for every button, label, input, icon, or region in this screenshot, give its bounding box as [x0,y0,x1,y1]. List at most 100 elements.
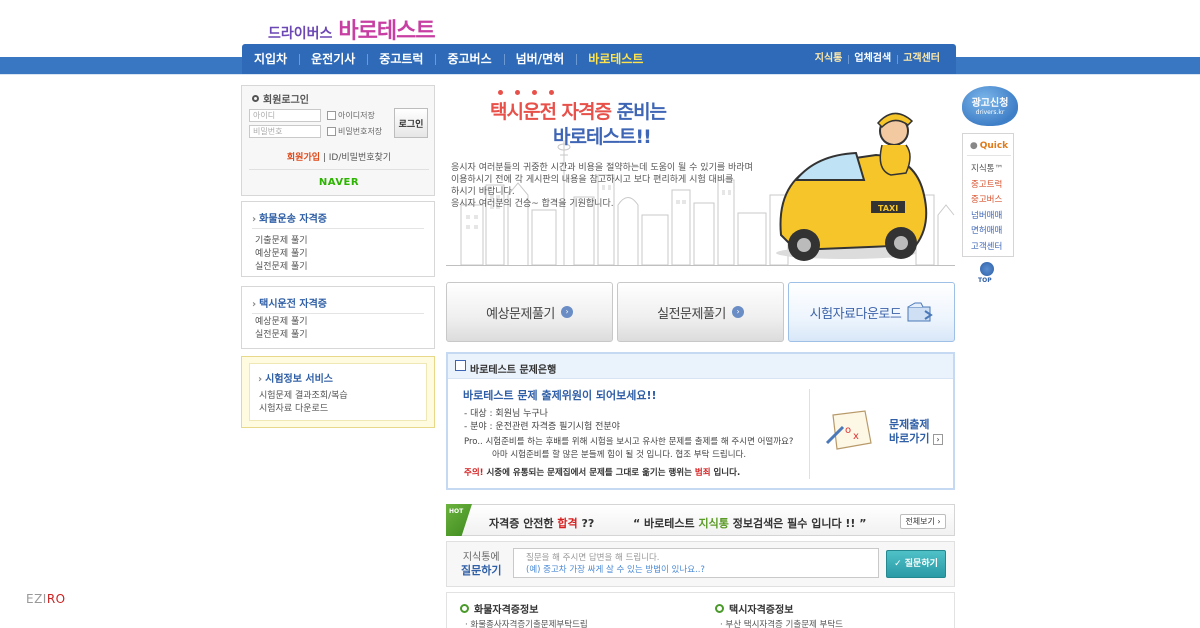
problem-bank-subtitle: 바로테스트 문제 출제위원이 되어보세요!! [463,389,657,402]
exam-result-link[interactable]: 시험문제 결과조회/복습 [259,390,348,403]
circle-arrow-icon: › [731,306,744,318]
problem-bank-field: - 분야 : 운전관련 자격증 필기시험 전분야 [464,422,620,432]
save-id-checkbox[interactable]: 아이디저장 [327,110,375,121]
arrow-right-icon: › [937,517,941,526]
nav-jiipcha[interactable]: 지입차 [242,44,299,74]
freight-info-title: 화물자격증정보 [460,601,538,616]
folder-download-icon [907,302,934,322]
hero-emphasis-dots [498,90,554,95]
freight-practice-link[interactable]: 실전문제 풀기 [255,261,308,274]
main-nav: 지입차 운전기사 중고트럭 중고버스 넘버/면허 바로테스트 지식통 업체검색 … [242,44,956,74]
login-title: 회원로그인 [252,91,309,106]
nav-company-search[interactable]: 업체검색 [848,44,897,74]
arrow-icon: › [258,374,263,385]
join-link[interactable]: 회원가입 [287,153,320,163]
nav-barotest[interactable]: 바로테스트 [576,44,655,74]
checkbox-icon [327,127,336,136]
quick-knowledge[interactable]: 지식통™ [971,162,1003,178]
nav-used-bus[interactable]: 중고버스 [435,44,503,74]
circle-bullet-icon [715,604,724,613]
freight-menu-links: 기출문제 풀기 예상문제 풀기 실전문제 풀기 [255,235,308,274]
nav-sub-links: 지식통 업체검색 고객센터 [809,44,956,74]
svg-text:x: x [853,431,859,442]
nav-driver[interactable]: 운전기사 [299,44,367,74]
login-links: 회원가입 | ID/비밀번호찾기 [286,153,392,163]
id-input[interactable]: 아이디 [249,109,321,122]
bullet-icon: ● [969,141,978,151]
exam-paper-icon: o x [825,410,872,450]
circle-bullet-icon [252,95,259,102]
exam-download-link[interactable]: 시험자료 다운로드 [259,403,348,416]
taxi-info-title: 택시자격증정보 [715,601,793,616]
freight-license-menu: › 화물운송 자격증 기출문제 풀기 예상문제 풀기 실전문제 풀기 [241,201,435,277]
quick-license-trade[interactable]: 면허매매 [971,224,1003,240]
password-input[interactable]: 비밀번호 [249,125,321,138]
freight-expected-link[interactable]: 예상문제 풀기 [255,248,308,261]
quick-used-bus[interactable]: 중고버스 [971,193,1003,209]
download-materials-button[interactable]: 시험자료다운로드 [788,282,955,342]
arrow-icon: › [252,299,257,310]
taxi-license-menu: › 택시운전 자격증 예상문제 풀기 실전문제 풀기 [241,286,435,349]
question-textarea[interactable]: 질문을 해 주시면 답변을 해 드립니다. (예) 중고차 가장 싸게 살 수 … [513,548,879,578]
site-logo[interactable]: 드라이버스 바로테스트 [268,13,436,44]
hero-banner: TAXI 택시운전 자격증 준비는 바로테스트!! 응시자 여러분들의 귀중한 … [446,85,955,270]
page: 드라이버스 바로테스트 지입차 운전기사 중고트럭 중고버스 넘버/면허 바로테… [0,0,1200,628]
save-password-checkbox[interactable]: 비밀번호저장 [327,126,382,137]
naver-login-button[interactable]: NAVER [242,177,436,188]
taxi-menu-title: › 택시운전 자격증 [252,299,328,310]
login-button[interactable]: 로그인 [394,108,428,138]
nav-customer-center[interactable]: 고객센터 [897,44,946,74]
nav-number-license[interactable]: 넘버/면허 [503,44,577,74]
submit-question-link[interactable]: 문제출제 바로가기 › [889,418,943,447]
exam-info-links: 시험문제 결과조회/복습 시험자료 다운로드 [259,390,348,416]
practice-questions-button[interactable]: 실전문제풀기 › [617,282,784,342]
freight-info-item[interactable]: · 화물종사자격증기출문제부탁드립 [465,618,588,628]
scroll-top-label[interactable]: TOP [978,277,992,284]
logo-prefix: 드라이버스 [268,26,333,42]
login-box: 회원로그인 아이디 비밀번호 아이디저장 비밀번호저장 로그인 회원가입 | I… [241,85,435,196]
logo-name: 바로테스트 [338,19,435,44]
svg-text:TAXI: TAXI [878,204,898,213]
quick-title: ● Quick [969,141,1009,151]
freight-past-exam-link[interactable]: 기출문제 풀기 [255,235,308,248]
quick-menu: ● Quick 지식통™ 중고트럭 중고버스 넘버매매 면허매매 고객센터 [962,133,1014,257]
taxi-expected-link[interactable]: 예상문제 풀기 [255,316,308,329]
scroll-top-icon[interactable] [980,262,994,276]
arrow-icon: › [252,214,257,225]
taxi-info-item[interactable]: · 부산 택시자격증 기출문제 부탁드 [720,618,843,628]
quick-used-truck[interactable]: 중고트럭 [971,178,1003,194]
hero-title-line2: 바로테스트!! [553,126,652,148]
exam-info-box: › 시험정보 서비스 시험문제 결과조회/복습 시험자료 다운로드 [241,356,435,428]
expected-questions-button[interactable]: 예상문제풀기 › [446,282,613,342]
knowledge-slogan: “ 바로테스트 지식통 정보검색은 필수 입니다 !! ” [633,517,867,530]
hero-description: 응시자 여러분들의 귀중한 시간과 비용을 절약하는데 도움이 될 수 있기를 … [451,163,753,209]
svg-text:o: o [845,425,851,436]
problem-bank-pro: Pro.. 시험준비를 하는 후배를 위해 시험을 보시고 유사한 문제를 출제… [464,437,794,460]
nav-used-truck[interactable]: 중고트럭 [367,44,435,74]
taxi-illustration: TAXI [776,112,928,261]
hot-badge: HOT [446,504,472,536]
arrow-right-icon: › [933,434,943,445]
find-account-link[interactable]: ID/비밀번호찾기 [329,153,391,163]
watermark-logo: EZIRO [26,592,66,606]
problem-bank-panel: 바로테스트 문제은행 바로테스트 문제 출제위원이 되어보세요!! - 대상 :… [446,352,955,490]
quick-links: 지식통™ 중고트럭 중고버스 넘버매매 면허매매 고객센터 [971,162,1003,256]
ask-question-button[interactable]: ✓ 질문하기 [886,550,946,578]
exam-info-title: › 시험정보 서비스 [258,374,334,385]
circle-bullet-icon [460,604,469,613]
ad-request-badge[interactable]: 광고신청 drivers.kr [962,86,1018,126]
license-info-panel: 화물자격증정보 · 화물종사자격증기출문제부탁드립 택시자격증정보 · 부산 택… [446,592,955,628]
quick-customer-center[interactable]: 고객센터 [971,240,1003,256]
freight-menu-title: › 화물운송 자격증 [252,214,328,225]
nav-knowledge[interactable]: 지식통 [809,44,849,74]
circle-arrow-icon: › [560,306,573,318]
hero-title-line1: 택시운전 자격증 준비는 [490,101,667,123]
view-all-button[interactable]: 전체보기 › [900,514,946,529]
taxi-practice-link[interactable]: 실전문제 풀기 [255,329,308,342]
ask-question-box: 지식통에 질문하기 질문을 해 주시면 답변을 해 드립니다. (예) 중고차 … [446,541,955,587]
ask-question-label: 지식통에 질문하기 [461,552,502,577]
problem-bank-title: 바로테스트 문제은행 [470,365,557,376]
taxi-menu-links: 예상문제 풀기 실전문제 풀기 [255,316,308,342]
quick-number-trade[interactable]: 넘버매매 [971,209,1003,225]
knowledge-banner: HOT 자격증 안전한 합격 ?? “ 바로테스트 지식통 정보검색은 필수 입… [446,504,955,536]
